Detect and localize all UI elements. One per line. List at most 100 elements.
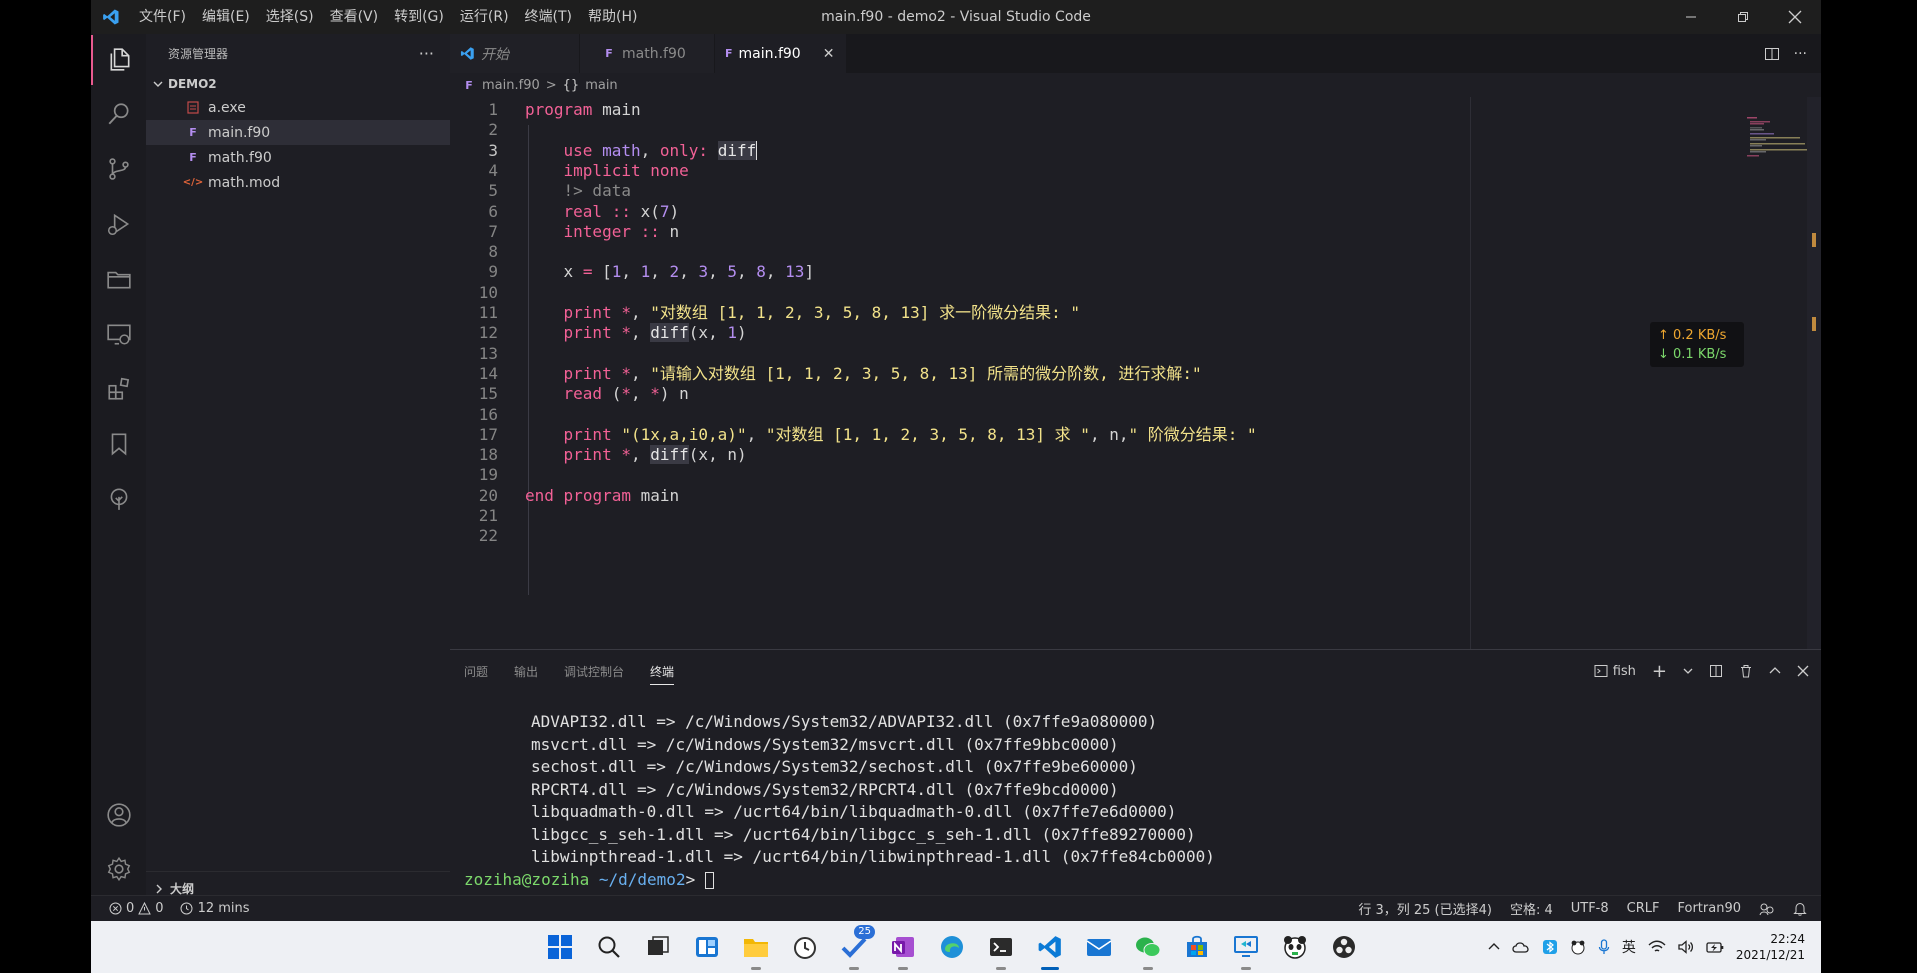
close-tab-icon[interactable]: ✕ — [823, 46, 835, 62]
search-icon[interactable] — [91, 89, 146, 139]
menu-go[interactable]: 转到(G) — [386, 0, 452, 34]
tab-terminal[interactable]: 终端 — [650, 663, 675, 685]
encoding[interactable]: UTF-8 — [1571, 901, 1609, 916]
panda-app-icon[interactable] — [1278, 930, 1312, 964]
mail-icon[interactable] — [1082, 930, 1116, 964]
restore-button[interactable] — [1717, 0, 1769, 34]
minimap[interactable] — [1747, 117, 1807, 177]
todo-icon[interactable]: 25 — [837, 925, 875, 970]
file-explorer-icon[interactable] — [739, 930, 773, 970]
breadcrumb-symbol[interactable]: main — [585, 78, 617, 93]
vscode-taskbar-icon[interactable] — [1033, 930, 1067, 970]
windows-start-icon[interactable] — [543, 930, 577, 964]
wechat-icon[interactable] — [1131, 930, 1165, 970]
widgets-icon[interactable] — [690, 930, 724, 964]
tab-welcome[interactable]: 开始 — [450, 34, 580, 73]
trash-icon[interactable] — [1739, 664, 1753, 678]
editor-scrollbar[interactable] — [1807, 97, 1821, 649]
code-editor[interactable]: 1 program main 2 3 use math, only: diff 4… — [450, 97, 1821, 649]
tab-output[interactable]: 输出 — [514, 663, 538, 680]
more-actions-icon[interactable]: ··· — [1794, 46, 1807, 62]
menu-terminal[interactable]: 终端(T) — [517, 0, 580, 34]
menu-file[interactable]: 文件(F) — [131, 0, 194, 34]
windows-taskbar: 25 英 22:24 2021/12/21 — [91, 921, 1821, 973]
wifi-icon[interactable] — [1648, 940, 1666, 954]
cursor-position[interactable]: 行 3，列 25 (已选择4) — [1358, 899, 1492, 918]
live-share-icon[interactable] — [1759, 902, 1775, 916]
breadcrumb-file[interactable]: main.f90 — [482, 78, 540, 93]
system-clock[interactable]: 22:24 2021/12/21 — [1736, 931, 1805, 963]
line-ending[interactable]: CRLF — [1627, 901, 1660, 916]
folder-icon[interactable] — [91, 254, 146, 304]
terminal-output[interactable]: ADVAPI32.dll => /c/Windows/System32/ADVA… — [450, 711, 1821, 891]
close-panel-icon[interactable] — [1797, 665, 1809, 677]
task-view-icon[interactable] — [641, 930, 675, 964]
chevron-up-icon[interactable] — [1769, 665, 1781, 677]
notification-bell-icon[interactable] — [1793, 902, 1807, 916]
extensions-icon[interactable] — [91, 364, 146, 414]
bluetooth-tray-icon[interactable] — [1542, 939, 1558, 955]
tree-icon[interactable] — [91, 474, 146, 524]
menu-help[interactable]: 帮助(H) — [580, 0, 645, 34]
microphone-icon[interactable] — [1598, 939, 1610, 955]
file-math-f90[interactable]: F math.f90 — [146, 145, 450, 170]
time-tracker[interactable]: 12 mins — [180, 901, 250, 916]
ime-indicator[interactable]: 英 — [1622, 937, 1636, 957]
remote-explorer-icon[interactable] — [91, 309, 146, 359]
file-main-f90[interactable]: F main.f90 — [146, 120, 450, 145]
chevron-up-icon[interactable] — [1488, 941, 1500, 953]
menu-edit[interactable]: 编辑(E) — [194, 0, 258, 34]
new-terminal-icon[interactable]: + — [1652, 661, 1667, 682]
token: 1 — [611, 262, 622, 282]
onedrive-cloud-icon[interactable] — [1512, 940, 1530, 954]
volume-icon[interactable] — [1678, 940, 1694, 954]
file-a-exe[interactable]: a.exe — [146, 95, 450, 120]
status-bar: 0 0 12 mins 行 3，列 25 (已选择4) 空格: 4 UTF-8 … — [91, 895, 1821, 921]
terminal-shell-selector[interactable]: fish — [1594, 664, 1636, 679]
language-mode[interactable]: Fortran90 — [1677, 901, 1741, 916]
bookmark-icon[interactable] — [91, 419, 146, 469]
tab-debug-console[interactable]: 调试控制台 — [564, 663, 624, 680]
search-icon[interactable] — [592, 930, 626, 964]
store-icon[interactable] — [1180, 930, 1214, 964]
token: print — [563, 303, 612, 322]
close-window-button[interactable] — [1769, 0, 1821, 34]
menu-run[interactable]: 运行(R) — [452, 0, 517, 34]
menu-view[interactable]: 查看(V) — [322, 0, 387, 34]
menu-selection[interactable]: 选择(S) — [258, 0, 322, 34]
battery-charging-icon[interactable] — [1706, 940, 1724, 954]
clock-app-icon[interactable] — [788, 930, 822, 964]
minimize-button[interactable] — [1665, 0, 1717, 34]
more-actions-icon[interactable]: ··· — [419, 44, 434, 63]
onenote-icon[interactable] — [886, 930, 920, 970]
terminal-app-icon[interactable] — [984, 930, 1018, 970]
token: diff — [650, 323, 689, 343]
panda-tray-icon[interactable] — [1570, 939, 1586, 955]
run-debug-icon[interactable] — [91, 199, 146, 249]
terminal-prompt[interactable]: zoziha@zoziha ~/d/demo2> — [450, 869, 1821, 892]
problems-indicator[interactable]: 0 0 — [109, 901, 164, 916]
tab-label: math.f90 — [622, 45, 686, 62]
tab-main-f90[interactable]: F main.f90 ✕ — [715, 34, 847, 73]
edge-browser-icon[interactable] — [935, 930, 969, 964]
token: program — [525, 100, 593, 119]
taskbar-apps: 25 — [543, 921, 1361, 973]
explorer-icon[interactable] — [91, 35, 146, 85]
indentation[interactable]: 空格: 4 — [1510, 899, 1553, 918]
source-control-icon[interactable] — [91, 144, 146, 194]
tab-math-f90[interactable]: F math.f90 — [580, 34, 715, 73]
activity-bar — [91, 34, 146, 905]
settings-gear-icon[interactable] — [91, 844, 146, 894]
account-icon[interactable] — [91, 790, 146, 840]
split-terminal-icon[interactable] — [1709, 664, 1723, 678]
file-label: math.f90 — [208, 149, 272, 166]
remote-desktop-icon[interactable] — [1229, 930, 1263, 970]
tab-problems[interactable]: 问题 — [464, 663, 488, 680]
comment: !> data — [563, 181, 631, 201]
chevron-down-icon[interactable] — [1683, 666, 1693, 676]
split-editor-icon[interactable] — [1764, 46, 1780, 62]
folder-demo2[interactable]: DEMO2 — [146, 73, 450, 95]
file-math-mod[interactable]: </> math.mod — [146, 170, 450, 195]
shell-name: fish — [1612, 663, 1636, 679]
obs-icon[interactable] — [1327, 930, 1361, 964]
